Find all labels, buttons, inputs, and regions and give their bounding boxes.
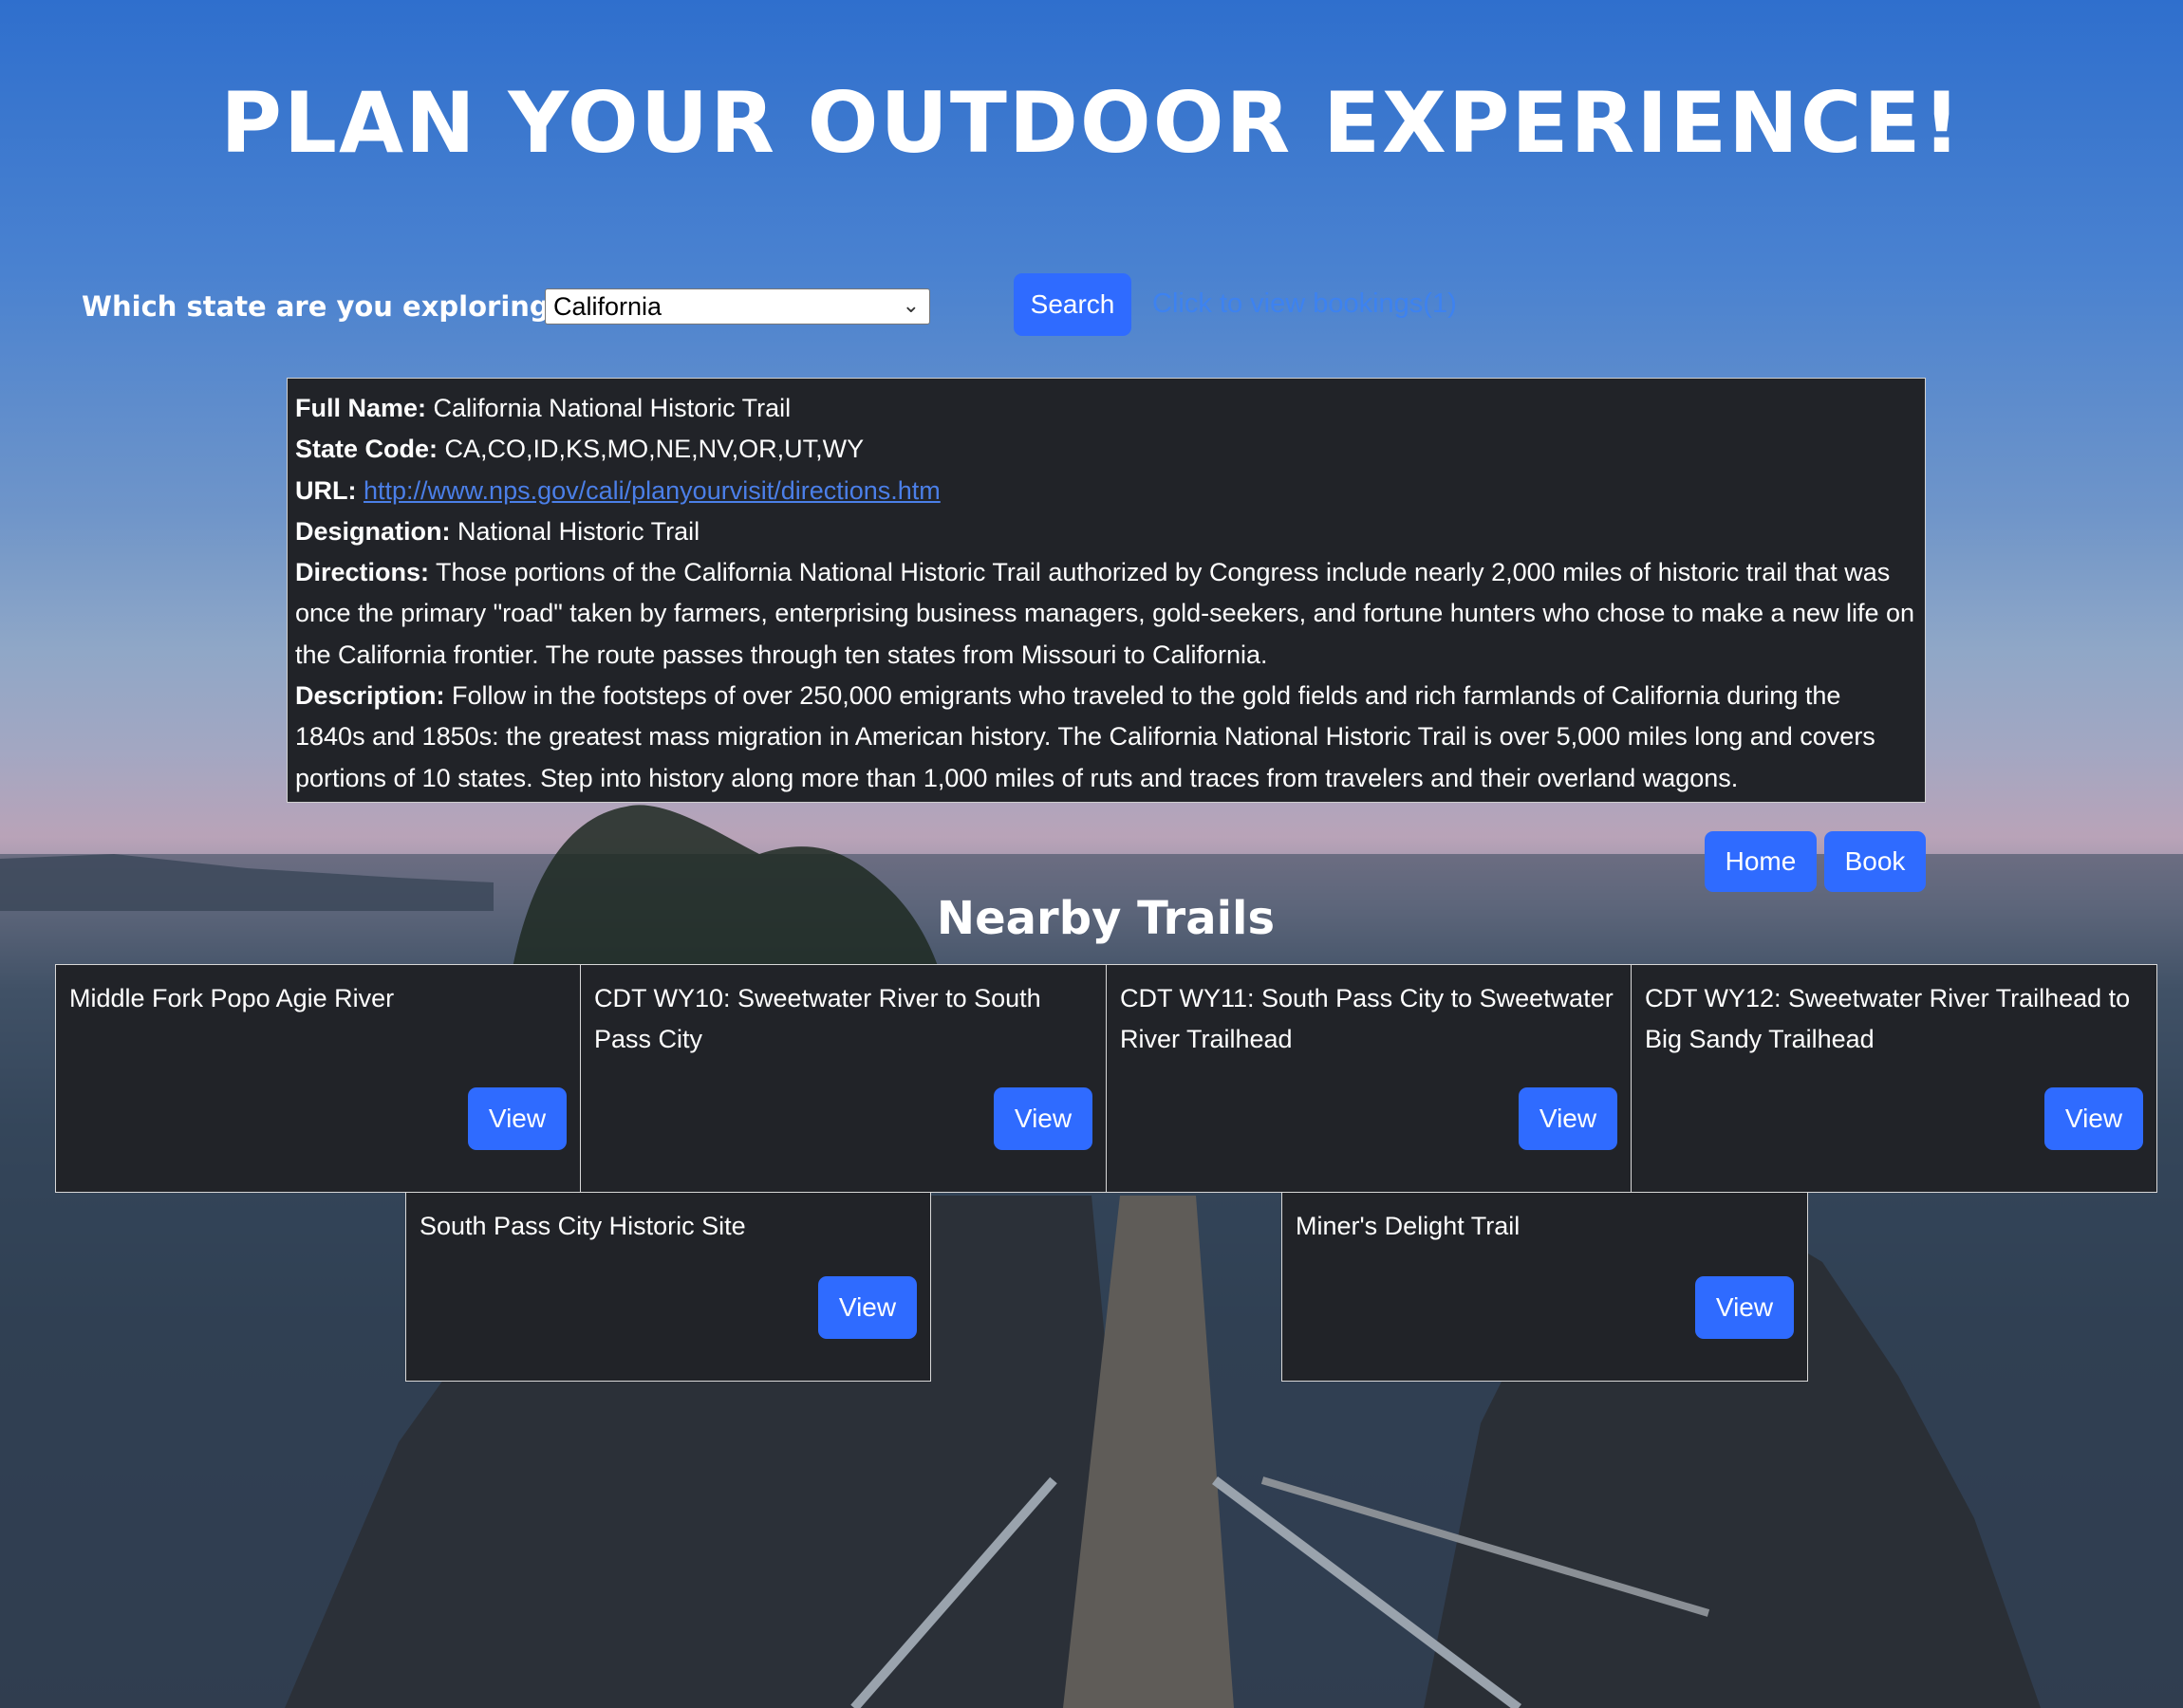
state-select-label: Which state are you exploring? <box>82 290 566 323</box>
trail-card: South Pass City Historic Site View <box>405 1192 931 1382</box>
trail-card: CDT WY11: South Pass City to Sweetwater … <box>1106 964 1632 1193</box>
description-row: Description: Follow in the footsteps of … <box>295 676 1917 799</box>
park-url-link[interactable]: http://www.nps.gov/cali/planyourvisit/di… <box>364 476 941 505</box>
view-trail-button[interactable]: View <box>818 1276 917 1339</box>
book-button[interactable]: Book <box>1824 831 1926 892</box>
trail-card: Miner's Delight Trail View <box>1281 1192 1808 1382</box>
directions-row: Directions: Those portions of the Califo… <box>295 552 1917 676</box>
search-button[interactable]: Search <box>1014 273 1131 336</box>
search-bar: Which state are you exploring? Californi… <box>0 273 2183 336</box>
home-button[interactable]: Home <box>1705 831 1817 892</box>
view-trail-button[interactable]: View <box>2044 1087 2143 1150</box>
description-value: Follow in the footsteps of over 250,000 … <box>295 681 1875 792</box>
trail-card-title: CDT WY11: South Pass City to Sweetwater … <box>1120 984 1614 1053</box>
designation-label: Designation: <box>295 516 451 546</box>
url-label: URL: <box>295 475 357 505</box>
view-trail-button[interactable]: View <box>468 1087 567 1150</box>
view-bookings-link[interactable]: Click to view bookings(1) <box>1152 288 1457 320</box>
designation-row: Designation: National Historic Trail <box>295 511 1917 552</box>
trail-card-title: CDT WY12: Sweetwater River Trailhead to … <box>1645 984 2131 1053</box>
directions-value: Those portions of the California Nationa… <box>295 558 1915 669</box>
description-label: Description: <box>295 681 445 711</box>
trail-card: Middle Fork Popo Agie River View <box>55 964 581 1193</box>
trail-card-title: Middle Fork Popo Agie River <box>69 984 395 1012</box>
directions-label: Directions: <box>295 558 430 587</box>
nearby-trails-heading: Nearby Trails <box>936 892 1276 945</box>
state-select[interactable]: California ⌄ <box>545 288 930 325</box>
url-row: URL: http://www.nps.gov/cali/planyourvis… <box>295 471 1917 511</box>
full-name-row: Full Name: California National Historic … <box>295 388 1917 429</box>
trail-card-title: CDT WY10: Sweetwater River to South Pass… <box>594 984 1041 1053</box>
page-title: PLAN YOUR OUTDOOR EXPERIENCE! <box>220 74 1963 172</box>
state-select-value: California <box>553 292 662 321</box>
trail-card-title: Miner's Delight Trail <box>1296 1212 1521 1240</box>
trail-card-title: South Pass City Historic Site <box>420 1212 746 1240</box>
full-name-label: Full Name: <box>295 394 427 422</box>
trail-card: CDT WY12: Sweetwater River Trailhead to … <box>1631 964 2157 1193</box>
park-details-panel: Full Name: California National Historic … <box>287 378 1926 803</box>
full-name-value: California National Historic Trail <box>433 394 792 422</box>
state-code-row: State Code: CA,CO,ID,KS,MO,NE,NV,OR,UT,W… <box>295 429 1917 470</box>
view-trail-button[interactable]: View <box>1695 1276 1794 1339</box>
view-trail-button[interactable]: View <box>1519 1087 1617 1150</box>
state-code-label: State Code: <box>295 435 438 464</box>
chevron-down-icon: ⌄ <box>902 293 920 317</box>
trail-card: CDT WY10: Sweetwater River to South Pass… <box>580 964 1107 1193</box>
view-trail-button[interactable]: View <box>994 1087 1092 1150</box>
state-code-value: CA,CO,ID,KS,MO,NE,NV,OR,UT,WY <box>444 435 865 464</box>
designation-value: National Historic Trail <box>457 516 700 546</box>
